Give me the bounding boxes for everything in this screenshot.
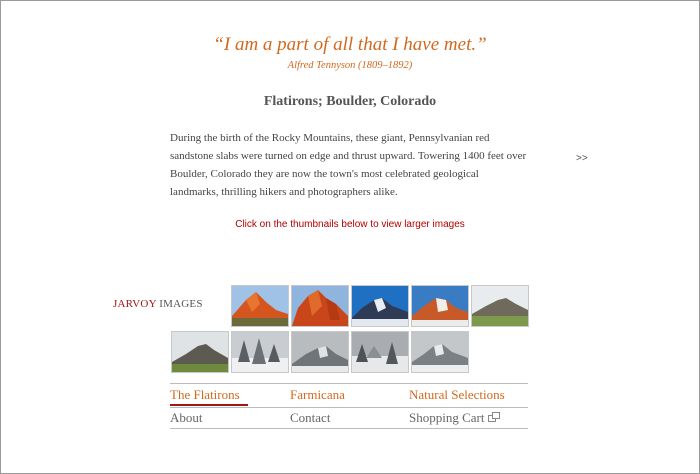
thumbnail-snowy-blue-2[interactable] xyxy=(411,285,469,327)
secondary-nav: About Contact Shopping Cart xyxy=(170,407,528,429)
brand-name-part1: JARVOY xyxy=(113,298,157,310)
quote-attribution: Alfred Tennyson (1809–1892) xyxy=(287,60,413,71)
thumbnail-image xyxy=(292,286,348,326)
quote-text: “I am a part of all that I have met.” xyxy=(213,34,487,55)
next-page-link[interactable]: >> xyxy=(576,153,588,164)
primary-nav: The Flatirons Farmicana Natural Selectio… xyxy=(170,383,528,408)
thumbnail-image xyxy=(412,332,468,372)
thumbnail-snow-trees-1[interactable] xyxy=(231,331,289,373)
nav-contact[interactable]: Contact xyxy=(290,410,330,426)
brand-logo[interactable]: JARVOY IMAGES xyxy=(113,298,203,310)
thumbnail-green-meadow-2[interactable] xyxy=(171,331,229,373)
thumbnail-image xyxy=(232,286,288,326)
nav-farmicana[interactable]: Farmicana xyxy=(290,387,345,403)
thumbnail-foggy-2[interactable] xyxy=(411,331,469,373)
thumbnail-image xyxy=(472,286,528,326)
active-nav-indicator xyxy=(170,404,248,406)
external-window-icon xyxy=(488,412,501,422)
nav-about[interactable]: About xyxy=(170,410,203,426)
thumbnail-image xyxy=(292,332,348,372)
thumbnail-instruction: Click on the thumbnails below to view la… xyxy=(235,219,465,230)
thumbnail-foggy-1[interactable] xyxy=(291,331,349,373)
thumbnail-image xyxy=(172,332,228,372)
nav-natural-selections[interactable]: Natural Selections xyxy=(409,387,505,403)
thumbnail-snow-trees-2[interactable] xyxy=(351,331,409,373)
shopping-cart-label: Shopping Cart xyxy=(409,410,485,425)
page-title: Flatirons; Boulder, Colorado xyxy=(263,94,437,109)
thumbnail-sunset-orange-1[interactable] xyxy=(231,285,289,327)
nav-shopping-cart[interactable]: Shopping Cart xyxy=(409,410,501,426)
thumbnail-snowy-blue-1[interactable] xyxy=(351,285,409,327)
thumbnail-image xyxy=(352,332,408,372)
thumbnail-image xyxy=(232,332,288,372)
nav-the-flatirons[interactable]: The Flatirons xyxy=(170,387,240,403)
description-text: During the birth of the Rocky Mountains,… xyxy=(170,132,527,198)
thumbnail-image xyxy=(352,286,408,326)
brand-name-part2: IMAGES xyxy=(159,298,203,310)
thumbnail-sunset-orange-2[interactable] xyxy=(291,285,349,327)
thumbnail-green-meadow-1[interactable] xyxy=(471,285,529,327)
thumbnail-image xyxy=(412,286,468,326)
